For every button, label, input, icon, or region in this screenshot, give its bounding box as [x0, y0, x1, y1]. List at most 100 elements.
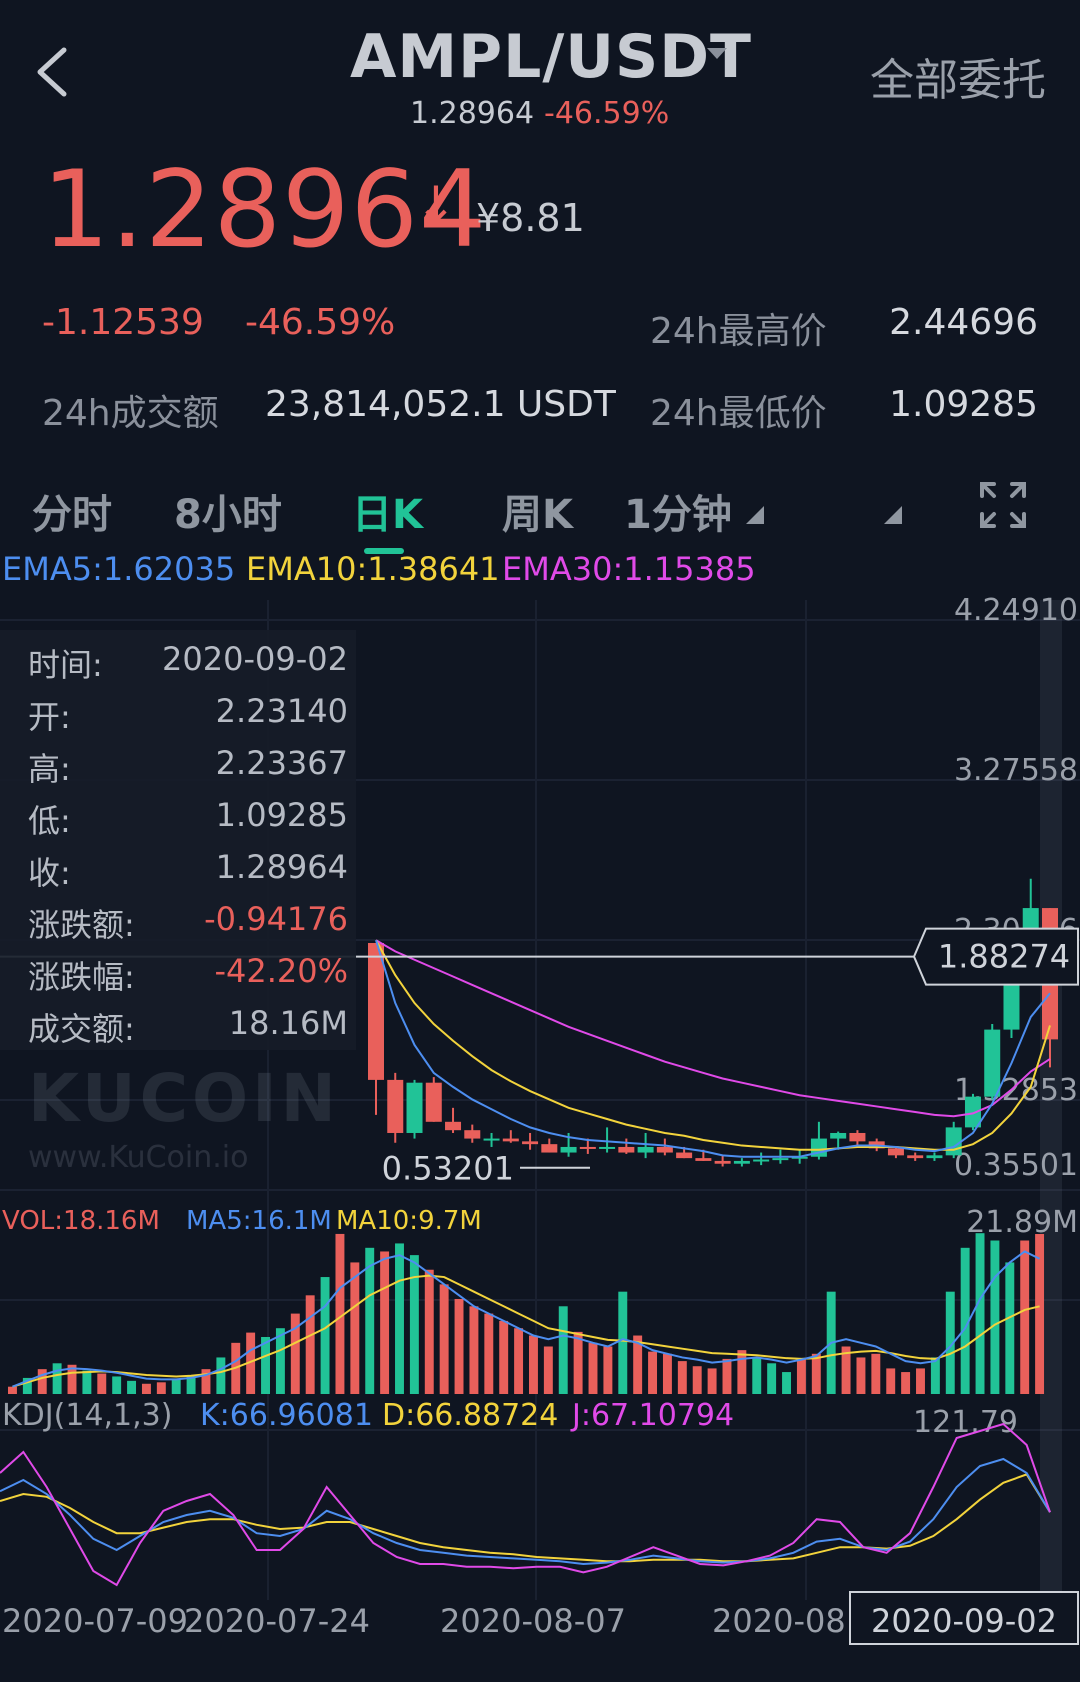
candle-body-14 [637, 1146, 654, 1153]
min-price-label: 0.53201 [382, 1150, 514, 1188]
candle-body-11 [579, 1146, 596, 1149]
volume-bar-60 [901, 1372, 911, 1394]
high-label: 24h最高价 [650, 311, 827, 352]
volume-bar-47 [707, 1368, 717, 1394]
candle-body-20 [753, 1159, 770, 1162]
low-label: 24h最低价 [650, 393, 827, 434]
volume-bar-53 [796, 1358, 806, 1394]
x-axis-label-2: 2020-08-07 [440, 1602, 626, 1640]
candle-body-19 [733, 1160, 750, 1164]
turnover-value: 23,814,052.1 USDT [265, 384, 616, 425]
chevron-down-icon[interactable] [707, 48, 727, 59]
back-arrow-icon[interactable] [28, 38, 88, 108]
candle-body-1 [387, 1079, 404, 1133]
tooltip-label-3: 低: [28, 802, 71, 840]
price-axis-label-1: 3.27558 [954, 753, 1078, 788]
volume-bar-28 [424, 1269, 434, 1394]
volume-bar-9 [141, 1383, 151, 1394]
volume-bar-38 [573, 1331, 583, 1394]
volume-bar-35 [529, 1335, 538, 1394]
crosshair-price-label: 1.88274 [938, 938, 1070, 976]
candle-body-13 [618, 1146, 635, 1153]
ma5-legend: MA5:16.1M [186, 1206, 332, 1236]
volume-bar-48 [722, 1358, 732, 1394]
dropdown-triangle-icon[interactable] [746, 506, 764, 524]
volume-bar-31 [469, 1306, 479, 1394]
volume-bar-41 [618, 1291, 628, 1394]
volume-bar-0 [8, 1386, 17, 1394]
volume-bar-11 [171, 1379, 181, 1394]
candle-body-3 [425, 1082, 442, 1122]
tab-timeshare[interactable]: 分时 [32, 482, 112, 540]
volume-bar-8 [127, 1380, 137, 1394]
volume-bar-67 [1005, 1262, 1015, 1394]
tooltip-value-0: 2020-09-02 [162, 640, 348, 678]
candle-body-21 [772, 1158, 789, 1161]
tooltip-label-4: 收: [28, 854, 71, 892]
header-sub-price: 1.28964 [410, 96, 535, 131]
volume-bar-57 [856, 1357, 866, 1394]
candle-body-12 [599, 1146, 616, 1149]
candle-body-30 [945, 1127, 962, 1156]
candle-body-0 [368, 942, 384, 1080]
x-axis-label-1: 2020-07-24 [184, 1602, 370, 1640]
indicator-triangle-icon[interactable] [884, 506, 902, 524]
pair-title[interactable]: AMPL/USDT [350, 22, 752, 92]
volume-bar-39 [588, 1342, 598, 1394]
tooltip-label-2: 高: [28, 750, 71, 788]
tooltip-value-1: 2.23140 [215, 692, 348, 730]
interval-tabs: 分时 8小时 日K 周K 1分钟 [0, 470, 1080, 556]
candle-body-5 [464, 1130, 481, 1139]
ema-legend: EMA5:1.62035 EMA10:1.38641 EMA30:1.15385 [0, 550, 1080, 590]
ema5-legend: EMA5:1.62035 [2, 550, 236, 588]
volume-bar-66 [990, 1240, 1000, 1394]
volume-bar-52 [782, 1372, 791, 1394]
price-axis-label-0: 4.24910 [954, 593, 1078, 628]
candle-body-10 [560, 1146, 577, 1153]
header-sub-change: -46.59% [544, 96, 670, 131]
fullscreen-icon[interactable] [980, 482, 1026, 528]
volume-bar-54 [811, 1353, 821, 1394]
tooltip-value-6: -42.20% [214, 952, 348, 990]
low-value: 1.09285 [889, 384, 1038, 425]
tab-daily[interactable]: 日K [352, 482, 423, 540]
kdj-title: KDJ(14,1,3) [2, 1398, 173, 1433]
candle-body-24 [830, 1132, 847, 1139]
kdj-j-line [0, 1422, 1051, 1587]
volume-bar-3 [52, 1363, 62, 1394]
candle-body-7 [502, 1138, 519, 1142]
ema30-legend: EMA30:1.15385 [502, 550, 756, 588]
price-down-arrow-icon: ↓ [415, 176, 457, 234]
k-legend: K:66.96081 [200, 1398, 373, 1433]
j-legend: J:67.10794 [572, 1398, 735, 1433]
volume-bar-49 [737, 1350, 747, 1394]
tooltip-value-5: -0.94176 [204, 900, 348, 938]
ema10-legend: EMA10:1.38641 [246, 550, 500, 588]
volume-bar-36 [543, 1346, 553, 1394]
tooltip-value-7: 18.16M [228, 1004, 348, 1042]
volume-bar-68 [1020, 1240, 1030, 1394]
tab-8h[interactable]: 8小时 [174, 482, 282, 540]
volume-bar-23 [350, 1262, 360, 1394]
volume-bar-51 [767, 1363, 777, 1394]
candle-body-28 [907, 1155, 924, 1159]
candle-body-16 [676, 1152, 693, 1159]
candle-body-32 [984, 1029, 1001, 1097]
tooltip-label-5: 涨跌额: [28, 906, 135, 944]
tooltip-value-3: 1.09285 [215, 796, 348, 834]
candle-body-9 [541, 1144, 558, 1153]
turnover-label: 24h成交额 [42, 393, 219, 434]
header-bar: AMPL/USDT 全部委托 1.28964 -46.59% [0, 0, 1080, 150]
volume-bar-40 [603, 1346, 613, 1394]
tab-1min[interactable]: 1分钟 [624, 482, 732, 540]
all-orders-link[interactable]: 全部委托 [870, 44, 1046, 108]
volume-bar-62 [930, 1357, 940, 1394]
tab-weekly[interactable]: 周K [502, 482, 573, 540]
kucoin-watermark-logo: KUCOIN [28, 1060, 340, 1137]
x-axis-label-4: 2020-09-02 [871, 1602, 1057, 1640]
volume-bar-29 [439, 1284, 449, 1394]
kucoin-watermark-url: www.KuCoin.io [28, 1140, 249, 1175]
volume-bar-61 [916, 1368, 925, 1394]
tooltip-value-2: 2.23367 [215, 744, 348, 782]
volume-bar-34 [514, 1328, 524, 1394]
